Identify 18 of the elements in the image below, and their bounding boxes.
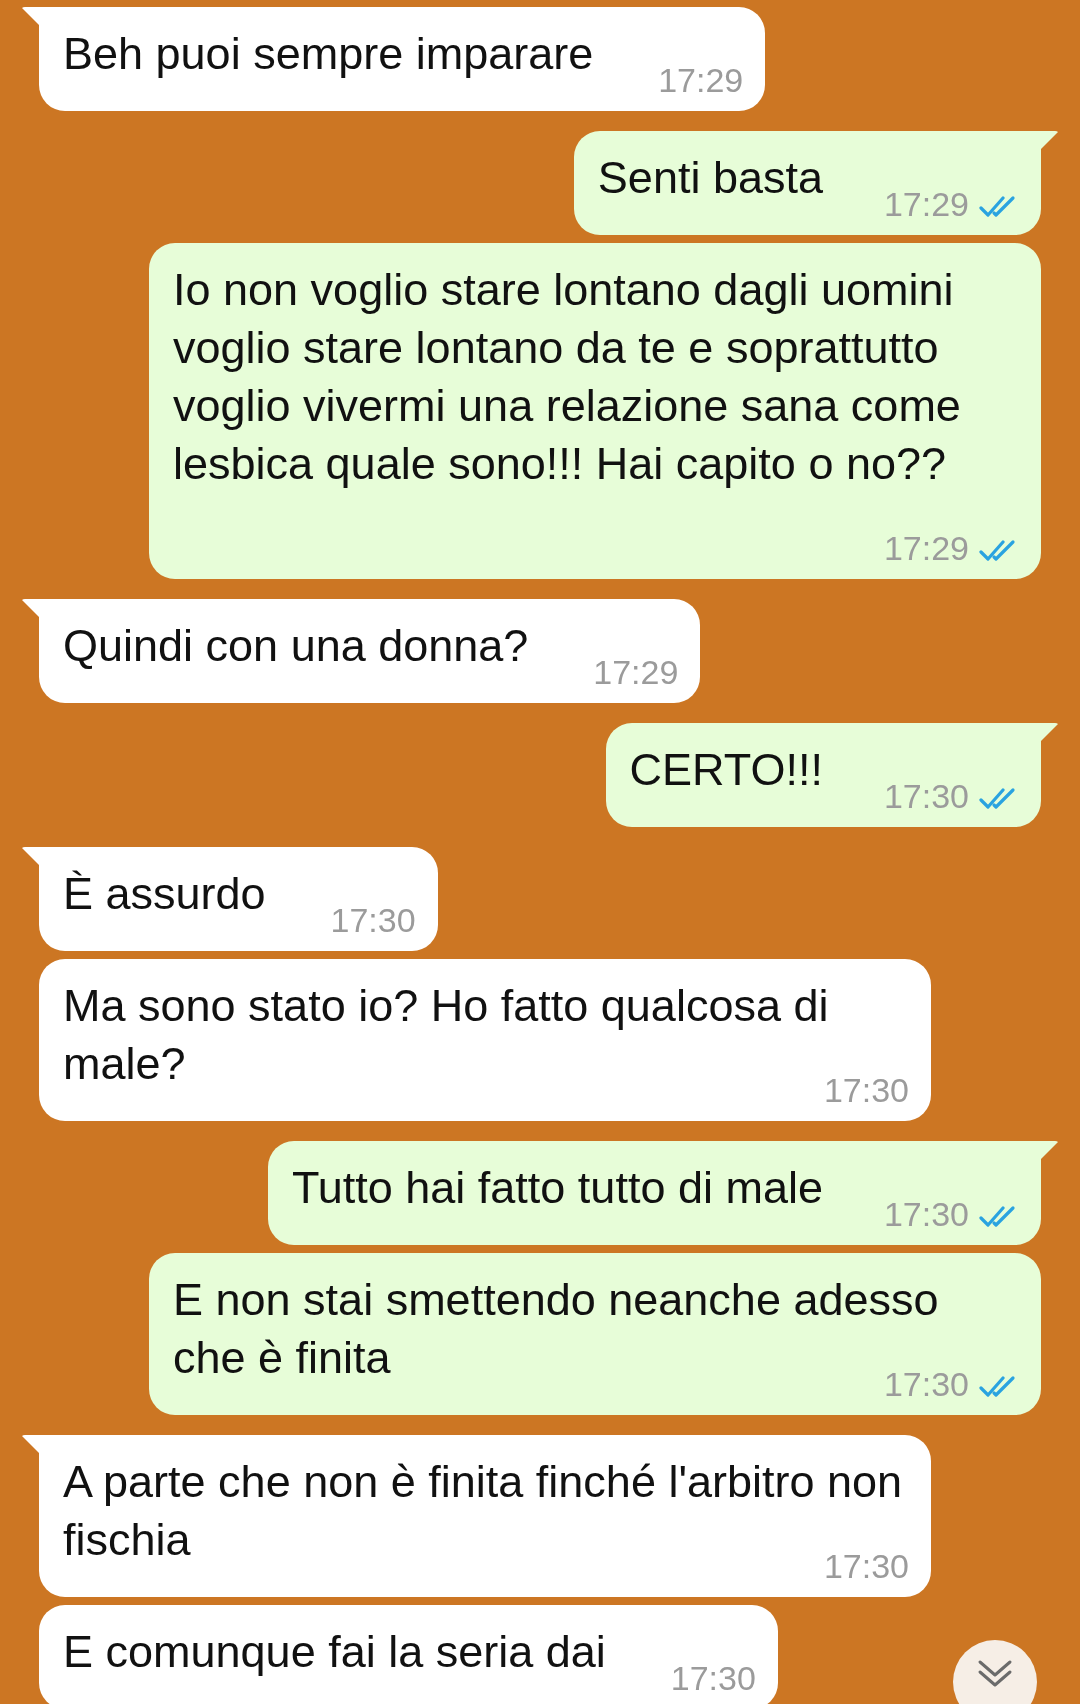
message-text: Io non voglio stare lontano dagli uomini voglio stare lontano da te e soprattutto voglio vivermi una relazione sana come lesbica quale sono!!! Hai capito o no?? — [173, 264, 961, 491]
message-time: 17:29 — [883, 185, 969, 223]
scroll-down-button[interactable] — [953, 1640, 1037, 1704]
message-time: 17:30 — [823, 1071, 909, 1109]
message-time: 17:29 — [658, 61, 744, 99]
message-text: Senti basta — [597, 152, 824, 203]
message-text: È assurdo — [63, 868, 267, 919]
message-time: 17:29 — [883, 529, 969, 567]
message-time: 17:30 — [883, 777, 969, 815]
message-time: 17:30 — [330, 901, 416, 939]
message-time: 17:29 — [593, 653, 679, 691]
message-text: E comunque fai la seria dai — [63, 1626, 607, 1677]
message-text: Quindi con una donna? — [63, 620, 530, 671]
message-time: 17:30 — [670, 1659, 756, 1697]
message-time: 17:30 — [883, 1195, 969, 1233]
message-text: CERTO!!! — [629, 744, 824, 795]
message-text: Beh puoi sempre imparare — [63, 28, 595, 79]
message-text: Tutto hai fatto tutto di male — [291, 1162, 824, 1213]
